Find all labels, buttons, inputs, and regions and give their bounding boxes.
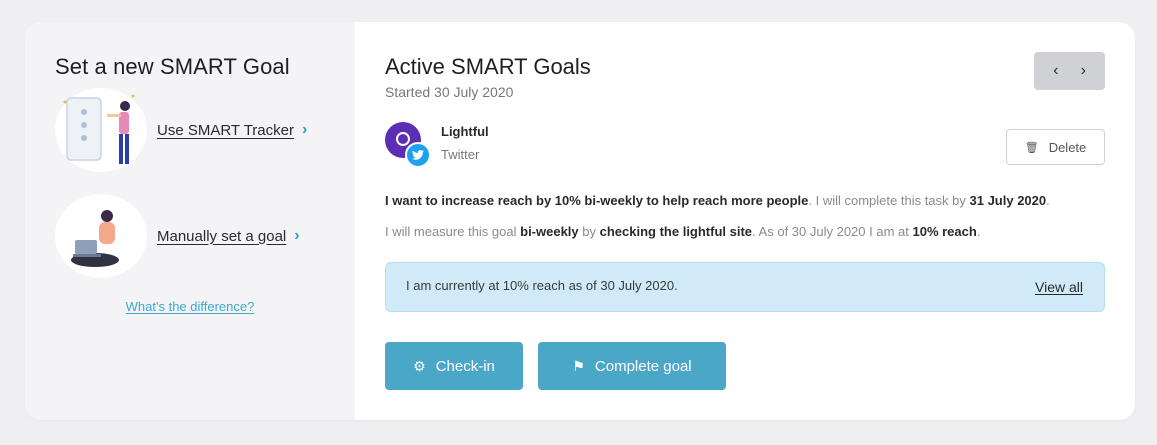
check-in-label: Check-in — [435, 357, 495, 375]
delete-button[interactable]: 🗑 Delete — [1006, 129, 1105, 165]
goal-statement: I want to increase reach by 10% bi-weekl… — [385, 193, 1050, 208]
progress-message: I am currently at 10% reach as of 30 Jul… — [406, 278, 678, 293]
goals-card: Set a new SMART Goal Use SMART Tracker ›… — [25, 22, 1135, 420]
active-goals-panel: Active SMART Goals Started 30 July 2020 … — [355, 22, 1135, 420]
laptop-illustration — [55, 194, 147, 278]
measure-frequency: bi-weekly — [520, 224, 579, 239]
measure-method: checking the lightful site — [599, 224, 753, 239]
progress-banner: I am currently at 10% reach as of 30 Jul… — [385, 262, 1105, 312]
chevron-right-icon: › — [294, 227, 300, 244]
new-goal-title: Set a new SMART Goal — [55, 54, 290, 79]
view-all-link[interactable]: View all — [1035, 279, 1083, 295]
difference-link[interactable]: What's the difference? — [25, 299, 355, 314]
manual-goal-option[interactable]: Manually set a goal › — [55, 194, 300, 278]
goal-start-date: Started 30 July 2020 — [385, 84, 514, 100]
complete-goal-label: Complete goal — [594, 357, 692, 375]
twitter-icon — [405, 142, 431, 168]
flag-icon: ⚑ — [572, 357, 585, 374]
chevron-left-icon[interactable]: ‹ — [1047, 62, 1065, 80]
smart-tracker-option[interactable]: Use SMART Tracker › — [55, 88, 307, 172]
goal-deadline: 31 July 2020 — [969, 193, 1047, 208]
goal-text: I want to increase reach by 10% bi-weekl… — [385, 193, 809, 208]
chevron-right-icon: › — [301, 121, 308, 138]
account-name: Lightful — [441, 124, 489, 139]
active-goals-title: Active SMART Goals — [385, 54, 591, 79]
gear-icon: ⚙ — [413, 357, 426, 374]
complete-goal-button[interactable]: ⚑ Complete goal — [538, 342, 726, 390]
trash-icon: 🗑 — [1024, 141, 1039, 154]
account-platform: Twitter — [441, 147, 480, 162]
check-in-button[interactable]: ⚙ Check-in — [385, 342, 523, 390]
chevron-right-icon[interactable]: › — [1074, 62, 1092, 80]
goal-measure: I will measure this goal bi-weekly by ch… — [385, 224, 981, 239]
delete-label: Delete — [1048, 139, 1087, 155]
tracker-illustration — [55, 88, 147, 172]
goal-pager: ‹ › — [1034, 52, 1105, 90]
measure-progress: 10% reach — [912, 224, 977, 239]
account-avatar — [385, 122, 431, 168]
new-goal-panel: Set a new SMART Goal Use SMART Tracker ›… — [25, 22, 355, 420]
smart-tracker-link[interactable]: Use SMART Tracker — [157, 122, 294, 139]
goal-account: Lightful Twitter — [385, 122, 489, 168]
manual-goal-link[interactable]: Manually set a goal — [157, 228, 286, 245]
